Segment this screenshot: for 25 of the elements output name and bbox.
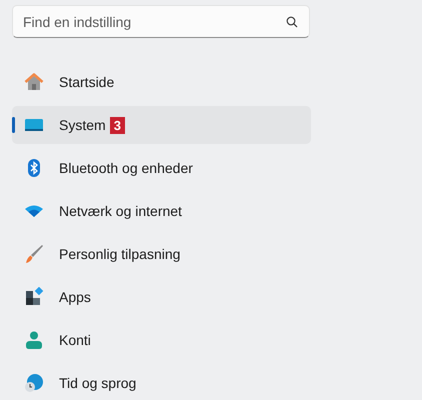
- apps-icon: [24, 287, 44, 307]
- nav-item[interactable]: Bluetooth og enheder: [12, 149, 311, 187]
- nav-label: Tid og sprog: [59, 375, 136, 391]
- nav-label: Konti: [59, 332, 91, 348]
- nav-item[interactable]: Apps: [12, 278, 311, 316]
- nav-label: System: [59, 117, 106, 133]
- nav-label: Personlig tilpasning: [59, 246, 180, 262]
- nav-label: Startside: [59, 74, 114, 90]
- callout-number: 3: [110, 116, 125, 134]
- selection-indicator: [12, 117, 15, 133]
- nav-label: Bluetooth og enheder: [59, 160, 193, 176]
- paintbrush-icon: [24, 244, 44, 264]
- house-icon: [24, 72, 44, 92]
- nav-label: Apps: [59, 289, 91, 305]
- search-field[interactable]: Find en indstilling: [12, 5, 310, 38]
- nav-item[interactable]: Konti: [12, 321, 311, 359]
- nav-item[interactable]: System 3: [12, 106, 311, 144]
- nav-item[interactable]: Tid og sprog: [12, 364, 311, 400]
- nav-item[interactable]: Netværk og internet: [12, 192, 311, 230]
- search-icon: [286, 16, 298, 28]
- globe-clock-icon: [24, 373, 44, 393]
- nav-label: Netværk og internet: [59, 203, 182, 219]
- person-icon: [24, 330, 44, 350]
- nav-item[interactable]: Startside: [12, 63, 311, 101]
- nav-item[interactable]: Personlig tilpasning: [12, 235, 311, 273]
